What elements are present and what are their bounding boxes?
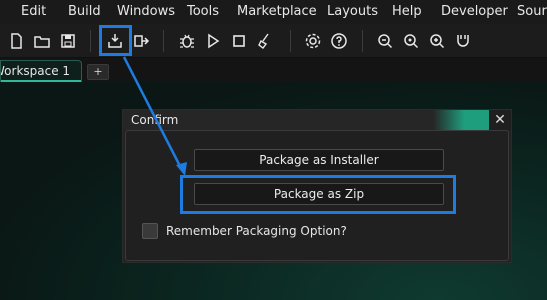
- settings-icon[interactable]: [302, 30, 324, 52]
- open-folder-icon[interactable]: [31, 30, 53, 52]
- save-icon[interactable]: [57, 30, 79, 52]
- remember-option-checkbox[interactable]: [142, 223, 158, 239]
- menu-tools[interactable]: Tools: [187, 4, 219, 19]
- tab-workspace-1[interactable]: Workspace 1: [0, 60, 82, 82]
- clean-icon[interactable]: [254, 30, 276, 52]
- package-as-zip-button[interactable]: Package as Zip: [194, 183, 444, 205]
- menu-layouts[interactable]: Layouts: [327, 4, 378, 19]
- menu-help[interactable]: Help: [392, 4, 422, 19]
- stop-icon[interactable]: [228, 30, 250, 52]
- dialog-title-bar: Confirm ✕: [123, 110, 511, 130]
- export-icon[interactable]: [130, 30, 152, 52]
- remember-option-label: Remember Packaging Option?: [166, 224, 347, 238]
- menu-windows[interactable]: Windows: [117, 4, 175, 19]
- toolbar-separator: [362, 30, 363, 52]
- menu-marketplace[interactable]: Marketplace: [237, 4, 317, 19]
- toolbar: [0, 24, 547, 58]
- menu-bar: Edit Build Windows Tools Marketplace Lay…: [0, 0, 547, 24]
- menu-edit[interactable]: Edit: [21, 4, 46, 19]
- add-tab-button[interactable]: +: [87, 64, 109, 80]
- package-icon[interactable]: [104, 30, 126, 52]
- dialog-title: Confirm: [131, 113, 179, 127]
- tab-label: Workspace 1: [0, 64, 71, 78]
- menu-build[interactable]: Build: [68, 4, 101, 19]
- tab-bar: Workspace 1 +: [0, 58, 547, 82]
- confirm-dialog: Confirm ✕ Package as Installer Package a…: [122, 109, 512, 263]
- menu-source[interactable]: Source: [517, 4, 547, 19]
- close-icon[interactable]: ✕: [489, 110, 511, 130]
- help-icon[interactable]: [328, 30, 350, 52]
- debug-icon[interactable]: [176, 30, 198, 52]
- package-as-installer-button[interactable]: Package as Installer: [194, 149, 444, 171]
- toolbar-separator: [290, 30, 291, 52]
- zoom-reset-icon[interactable]: [400, 30, 422, 52]
- toolbar-separator: [163, 30, 164, 52]
- play-icon[interactable]: [202, 30, 224, 52]
- zoom-in-icon[interactable]: [426, 30, 448, 52]
- remember-option-row: Remember Packaging Option?: [142, 223, 347, 239]
- menu-developer[interactable]: Developer: [441, 4, 508, 19]
- new-file-icon[interactable]: [5, 30, 27, 52]
- dialog-body: Package as Installer Package as Zip Reme…: [125, 130, 509, 261]
- extensions-icon[interactable]: [452, 30, 474, 52]
- zoom-out-icon[interactable]: [374, 30, 396, 52]
- toolbar-separator: [90, 30, 91, 52]
